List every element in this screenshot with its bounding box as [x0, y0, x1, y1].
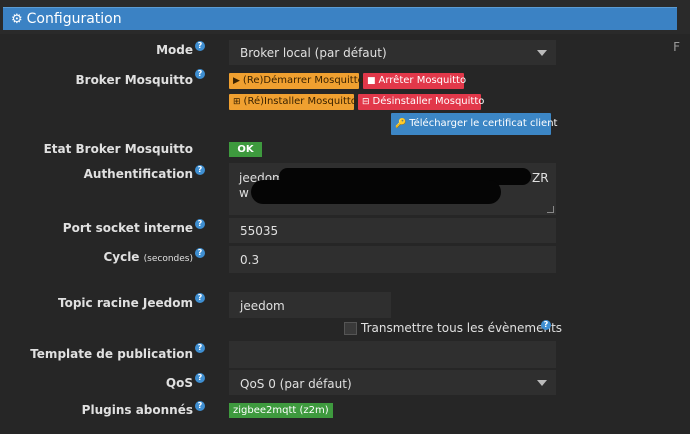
- help-icon[interactable]: ?: [195, 165, 205, 175]
- auth-label: Authentification: [83, 167, 193, 181]
- install-mosquitto-button[interactable]: ⊞ (Ré)Installer Mosquitto: [229, 94, 357, 110]
- cycle-label: Cycle (secondes): [103, 250, 193, 264]
- qos-label: QoS: [165, 376, 193, 390]
- etat-label: Etat Broker Mosquitto: [43, 142, 193, 156]
- topic-input[interactable]: jeedom: [229, 292, 391, 318]
- plus-square-icon: ⊞: [233, 97, 241, 107]
- help-icon[interactable]: ?: [195, 248, 205, 258]
- play-icon: ▶: [233, 76, 240, 86]
- mode-select[interactable]: Broker local (par défaut): [229, 40, 556, 65]
- key-icon: 🔑: [395, 119, 407, 129]
- help-icon[interactable]: ?: [195, 343, 205, 353]
- panel-title-bar: ⚙ Configuration: [3, 7, 677, 30]
- transmit-checkbox[interactable]: [344, 322, 357, 335]
- help-icon[interactable]: ?: [195, 293, 205, 303]
- chevron-down-icon: [537, 49, 547, 56]
- restart-mosquitto-button[interactable]: ▶ (Re)Démarrer Mosquitto: [229, 73, 364, 89]
- status-badge: OK: [229, 142, 262, 157]
- help-icon[interactable]: ?: [195, 69, 205, 79]
- auth-value-end: ZR: [532, 171, 549, 185]
- transmit-label: Transmettre tous les évènements: [361, 321, 563, 335]
- mode-select-value: Broker local (par défaut): [240, 46, 387, 60]
- help-icon[interactable]: ?: [195, 219, 205, 229]
- download-certificate-button[interactable]: 🔑 Télécharger le certificat client: [391, 113, 557, 135]
- plugins-label: Plugins abonnés: [81, 403, 193, 417]
- auth-textarea[interactable]: jeedom:P ZR w: [229, 163, 556, 215]
- stop-mosquitto-button[interactable]: ■ Arrêter Mosquitto: [363, 73, 466, 89]
- plugin-tag: zigbee2mqtt (z2m): [229, 403, 333, 418]
- right-edge-char: F: [673, 40, 680, 54]
- topic-label: Topic racine Jeedom: [57, 296, 193, 310]
- help-icon[interactable]: ?: [195, 41, 205, 51]
- gears-icon: ⚙: [11, 12, 23, 27]
- help-icon[interactable]: ?: [541, 320, 551, 330]
- panel-title: Configuration: [26, 11, 122, 27]
- mode-label: Mode: [156, 43, 193, 57]
- broker-label: Broker Mosquitto: [75, 73, 194, 87]
- template-input[interactable]: [229, 341, 556, 368]
- stop-icon: ■: [367, 76, 376, 86]
- chevron-down-icon: [537, 379, 547, 386]
- auth-line2: w: [239, 186, 249, 200]
- help-icon[interactable]: ?: [195, 401, 205, 411]
- qos-select[interactable]: QoS 0 (par défaut): [229, 370, 556, 395]
- cycle-input[interactable]: 0.3: [229, 246, 556, 273]
- template-label: Template de publication: [30, 347, 193, 361]
- minus-square-icon: ⊟: [362, 97, 370, 107]
- resize-handle[interactable]: [547, 206, 554, 213]
- port-label: Port socket interne: [62, 221, 193, 235]
- uninstall-mosquitto-button[interactable]: ⊟ Désinstaller Mosquitto: [358, 94, 484, 110]
- help-icon[interactable]: ?: [195, 373, 205, 383]
- panel-header: ⚙ Configuration: [0, 0, 690, 34]
- redaction: [251, 180, 501, 204]
- port-input[interactable]: 55035: [229, 218, 556, 243]
